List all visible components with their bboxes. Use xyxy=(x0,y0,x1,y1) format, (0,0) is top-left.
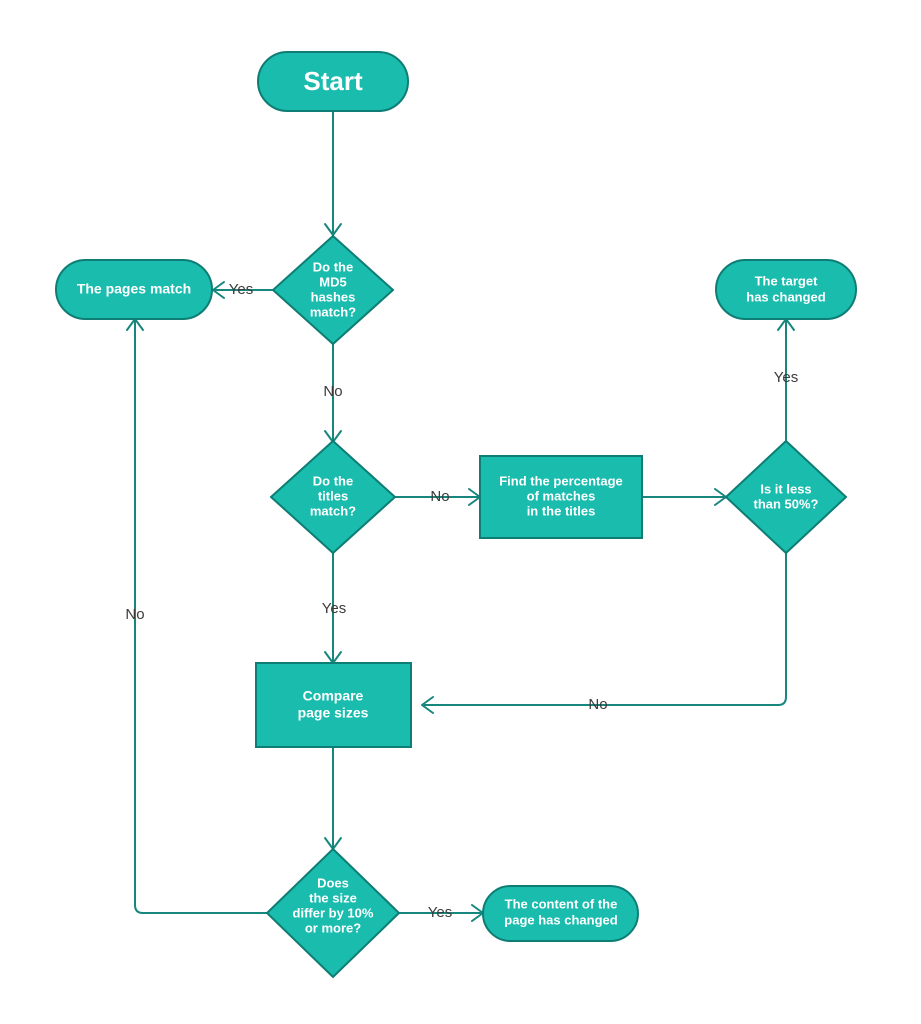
node-find-percentage-label-line1: Find the percentage xyxy=(499,473,623,488)
node-pages-match-label: The pages match xyxy=(77,281,191,297)
edge-label-differ-yes: Yes xyxy=(428,904,452,921)
node-less-than-50-label-line2: than 50%? xyxy=(753,496,818,511)
node-find-percentage[interactable]: Find the percentage of matches in the ti… xyxy=(479,455,643,539)
node-content-changed-label-line1: The content of the xyxy=(505,896,618,911)
edge-label-md5-yes: Yes xyxy=(229,281,253,298)
edge-check-no: No xyxy=(421,553,787,714)
flowchart-canvas: Yes No No Yes Yes No Yes No Start Do the… xyxy=(0,0,921,1024)
node-pages-match[interactable]: The pages match xyxy=(55,259,213,320)
node-compare-sizes-label-line1: Compare xyxy=(303,688,364,704)
node-compare-sizes-label-line2: page sizes xyxy=(298,705,369,721)
node-titles-label-line2: titles xyxy=(318,488,348,503)
node-titles-label-line1: Do the xyxy=(313,473,353,488)
node-start-label: Start xyxy=(303,66,363,96)
node-target-changed[interactable]: The target has changed xyxy=(715,259,857,320)
node-start[interactable]: Start xyxy=(257,51,409,112)
node-less-than-50-label-line1: Is it less xyxy=(760,481,811,496)
edge-label-differ-no: No xyxy=(125,606,144,623)
node-find-percentage-label-line2: of matches xyxy=(527,488,596,503)
flowchart-svg: Yes No No Yes Yes No Yes No Start Do the… xyxy=(55,51,857,979)
node-content-changed-label-line2: page has changed xyxy=(504,912,617,927)
node-size-differ-label-line1: Does xyxy=(317,875,349,890)
edge-label-titles-yes: Yes xyxy=(322,600,346,617)
node-find-percentage-label-line3: in the titles xyxy=(527,503,596,518)
edge-differ-no: No xyxy=(125,318,267,914)
edge-label-check-yes: Yes xyxy=(774,369,798,386)
node-md5-decision[interactable]: Do the MD5 hashes match? xyxy=(271,234,395,346)
edge-compare-to-differ xyxy=(324,747,342,850)
node-compare-sizes[interactable]: Compare page sizes xyxy=(255,662,412,748)
node-content-changed[interactable]: The content of the page has changed xyxy=(482,885,639,942)
edge-differ-yes: Yes xyxy=(399,904,484,922)
edge-md5-no: No xyxy=(323,344,343,443)
node-target-changed-label-line1: The target xyxy=(755,273,819,288)
edge-titles-no: No xyxy=(395,488,481,506)
node-md5-label-line1: Do the xyxy=(313,259,353,274)
edge-check-yes: Yes xyxy=(774,318,798,441)
edge-label-check-no: No xyxy=(588,696,607,713)
node-size-differ-label-line4: or more? xyxy=(305,920,361,935)
edge-start-to-md5 xyxy=(324,110,342,236)
node-size-differ-label-line3: differ by 10% xyxy=(293,905,374,920)
node-md5-label-line3: hashes xyxy=(311,289,356,304)
edge-md5-yes: Yes xyxy=(212,281,273,299)
node-titles-decision[interactable]: Do the titles match? xyxy=(269,439,397,555)
node-md5-label-line2: MD5 xyxy=(319,274,346,289)
edge-label-titles-no: No xyxy=(430,488,449,505)
edge-percentage-to-check xyxy=(642,488,727,506)
edge-titles-yes: Yes xyxy=(322,553,346,664)
node-titles-label-line3: match? xyxy=(310,503,356,518)
edge-label-md5-no: No xyxy=(323,383,342,400)
node-size-differ-decision[interactable]: Does the size differ by 10% or more? xyxy=(265,847,401,979)
node-less-than-50-decision[interactable]: Is it less than 50%? xyxy=(724,439,848,555)
node-target-changed-label-line2: has changed xyxy=(746,289,826,304)
node-md5-label-line4: match? xyxy=(310,304,356,319)
node-size-differ-label-line2: the size xyxy=(309,890,357,905)
